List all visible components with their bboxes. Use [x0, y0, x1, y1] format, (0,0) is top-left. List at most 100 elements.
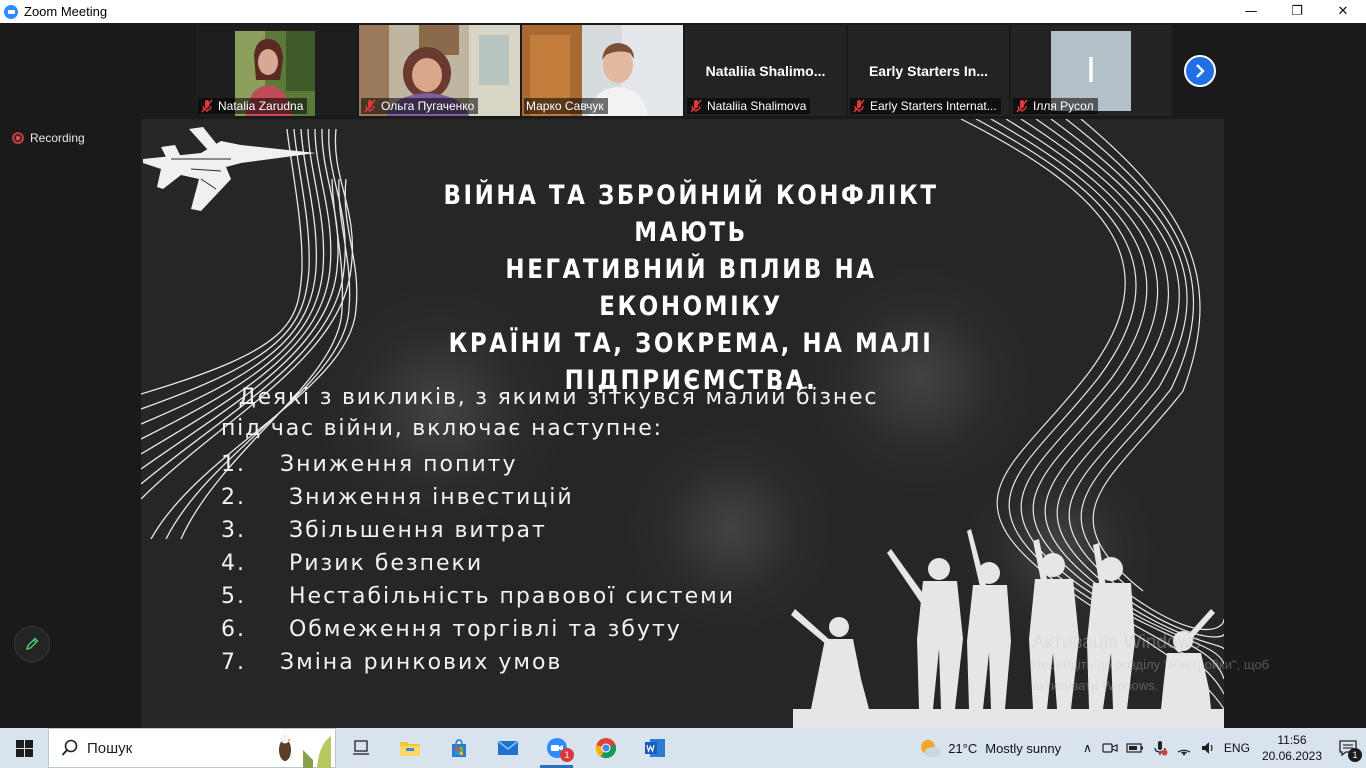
participant-name: Early Starters Internat...: [870, 99, 997, 113]
clock-date: 20.06.2023: [1261, 749, 1322, 763]
clock-time: 11:56: [1277, 733, 1307, 747]
list-item-number: 7.: [221, 650, 246, 675]
intro-line: під час війни, включає наступне:: [221, 416, 663, 441]
list-item-number: 2.: [221, 485, 246, 510]
participant-name: Ілля Русол: [1033, 99, 1094, 113]
list-item-text: Обмеження торгівлі та збуту: [271, 617, 682, 642]
close-button[interactable]: ✕: [1320, 0, 1366, 23]
participant-tile[interactable]: Ольга Пугаченко: [359, 25, 520, 116]
participant-tile[interactable]: Nataliia Shalimo... Nataliia Shalimova: [685, 25, 846, 116]
mic-muted-icon: [364, 99, 376, 113]
minimize-button[interactable]: —: [1228, 0, 1274, 23]
participant-tile[interactable]: І Ілля Русол: [1011, 25, 1172, 116]
avatar-initial: І: [1085, 49, 1096, 90]
wifi-icon[interactable]: [1176, 740, 1192, 756]
recording-icon: [12, 132, 24, 144]
weather-description[interactable]: Mostly sunny: [985, 741, 1061, 756]
notification-count-badge: 1: [1348, 748, 1362, 762]
chevron-up-icon[interactable]: ∧: [1083, 741, 1092, 755]
chrome-button[interactable]: [581, 728, 630, 768]
language-indicator[interactable]: ENG: [1224, 741, 1250, 755]
camera-meeting-icon[interactable]: [1102, 741, 1118, 755]
list-item: 1. Зниження попиту: [221, 448, 735, 481]
mic-muted-icon: [201, 99, 213, 113]
participant-name-label: Nataliia Shalimova: [687, 98, 811, 114]
participant-name: Natalia Zarudna: [218, 99, 304, 113]
task-view-button[interactable]: [336, 728, 385, 768]
soldiers-silhouette-illustration: [791, 529, 1224, 728]
battery-icon[interactable]: [1126, 741, 1144, 755]
participant-strip: Natalia Zarudna Ольга Пугаченко Марко Са…: [196, 25, 1172, 116]
participant-name: Nataliia Shalimova: [707, 99, 807, 113]
volume-icon[interactable]: [1200, 740, 1216, 756]
list-item-text: Зниження попиту: [271, 452, 518, 477]
zoom-notification-badge: 1: [560, 748, 574, 762]
pencil-icon: [25, 637, 39, 651]
list-item: 3. Збільшення витрат: [221, 514, 735, 547]
participant-name-label: Natalia Zarudna: [198, 98, 308, 114]
recording-label: Recording: [30, 131, 85, 145]
participant-display-name: Nataliia Shalimo...: [705, 63, 826, 79]
participant-name-label: Ольга Пугаченко: [361, 98, 479, 114]
list-item-number: 3.: [221, 518, 246, 543]
list-item: 6. Обмеження торгівлі та збуту: [221, 613, 735, 646]
watermark-title: Активація Windows: [1032, 632, 1201, 653]
notification-center-button[interactable]: 1: [1330, 728, 1366, 768]
zoom-app-icon: [4, 4, 18, 19]
participant-display-name: Early Starters In...: [868, 63, 989, 79]
chevron-right-icon: [1196, 64, 1205, 78]
intro-line: Деякі з викликів, з якими зіткувся малий…: [221, 385, 879, 410]
maximize-button[interactable]: ❐: [1274, 0, 1320, 23]
file-explorer-button[interactable]: [385, 728, 434, 768]
next-participants-button[interactable]: [1184, 55, 1216, 87]
list-item: 7. Зміна ринкових умов: [221, 646, 735, 679]
participant-name-label: Early Starters Internat...: [850, 98, 1001, 114]
chrome-icon: [595, 738, 616, 759]
list-item: 2. Зниження інвестицій: [221, 481, 735, 514]
taskbar-clock[interactable]: 11:56 20.06.2023: [1262, 732, 1322, 764]
participant-name-label: Ілля Русол: [1013, 98, 1098, 114]
list-item-number: 4.: [221, 551, 246, 576]
system-tray: 21°C Mostly sunny ∧ ENG 11:56 20.06.2023…: [918, 728, 1366, 768]
mail-button[interactable]: [483, 728, 532, 768]
mail-icon: [497, 740, 518, 755]
word-icon: [644, 739, 665, 757]
zoom-taskbar-button[interactable]: 1: [532, 728, 581, 768]
participant-name: Ольга Пугаченко: [381, 99, 475, 113]
slide-title-line: КРАЇНИ ТА, ЗОКРЕМА, НА МАЛІ: [448, 328, 934, 359]
list-item-text: Зміна ринкових умов: [271, 650, 563, 675]
list-item-number: 6.: [221, 617, 246, 642]
list-item-text: Зниження інвестицій: [271, 485, 574, 510]
list-item-text: Збільшення витрат: [271, 518, 547, 543]
start-button[interactable]: [0, 728, 48, 768]
meeting-area: Natalia Zarudna Ольга Пугаченко Марко Са…: [0, 23, 1366, 728]
weather-temperature[interactable]: 21°C: [948, 741, 977, 756]
list-item: 4. Ризик безпеки: [221, 547, 735, 580]
weather-sunny-icon[interactable]: [918, 736, 942, 760]
recording-indicator[interactable]: Recording: [12, 131, 85, 145]
challenges-list: 1. Зниження попиту 2. Зниження інвестиці…: [221, 448, 735, 679]
slide-title-line: ВІЙНА ТА ЗБРОЙНИЙ КОНФЛІКТ МАЮТЬ: [443, 180, 939, 248]
windows-logo-icon: [15, 739, 33, 757]
participant-tile[interactable]: Natalia Zarudna: [196, 25, 357, 116]
task-view-icon: [352, 740, 369, 755]
taskbar-search-box[interactable]: Пошук: [48, 728, 336, 768]
window-title: Zoom Meeting: [24, 4, 108, 19]
mic-muted-icon: [690, 99, 702, 113]
slide-title: ВІЙНА ТА ЗБРОЙНИЙ КОНФЛІКТ МАЮТЬ НЕГАТИВ…: [436, 177, 946, 399]
list-item-number: 5.: [221, 584, 246, 609]
search-placeholder: Пошук: [87, 739, 133, 757]
file-explorer-icon: [399, 742, 420, 756]
search-highlight-eagle-icon: [279, 734, 331, 768]
annotate-button[interactable]: [14, 626, 50, 662]
windows-activation-watermark: Активація Windows Перейдіть до розділу "…: [1032, 632, 1269, 696]
microsoft-store-button[interactable]: [434, 728, 483, 768]
watermark-line: активувати Windows.: [1032, 678, 1159, 693]
participant-name-label: Марко Савчук: [524, 98, 608, 114]
participant-tile-active-speaker[interactable]: Марко Савчук: [522, 25, 683, 116]
fighter-jet-illustration: [143, 127, 316, 211]
microphone-in-use-icon[interactable]: [1152, 740, 1168, 756]
microsoft-store-icon: [451, 739, 466, 757]
participant-tile[interactable]: Early Starters In... Early Starters Inte…: [848, 25, 1009, 116]
word-button[interactable]: [630, 728, 679, 768]
